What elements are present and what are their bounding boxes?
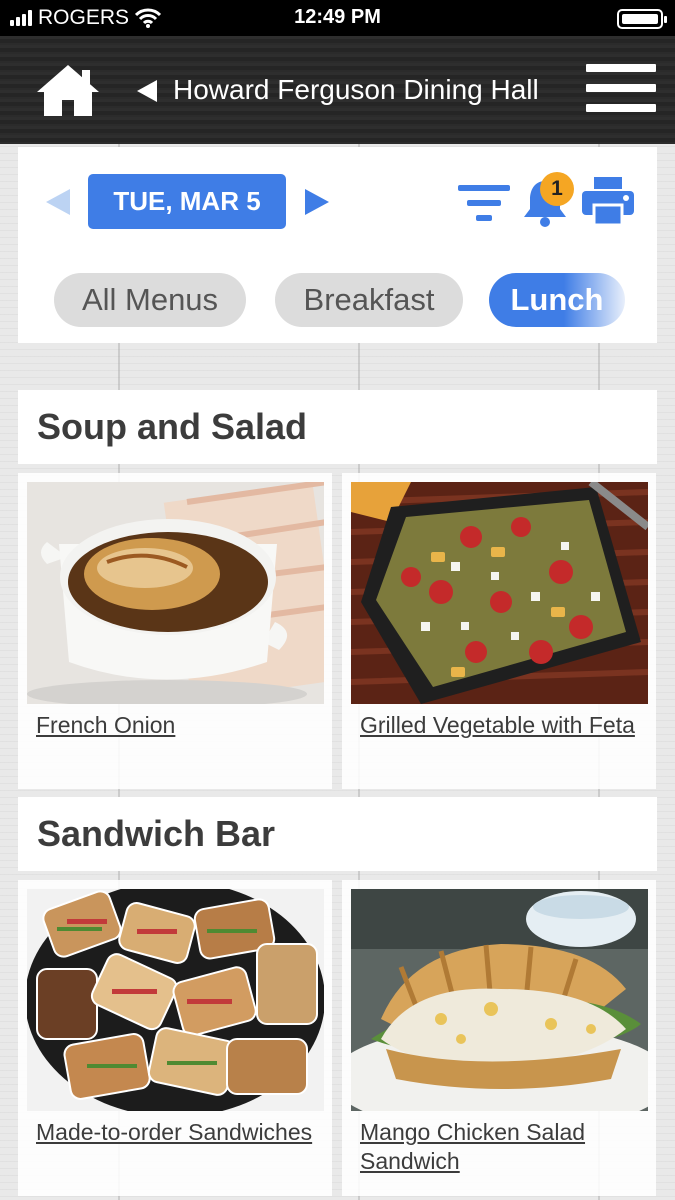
hamburger-menu-icon[interactable] bbox=[586, 64, 656, 112]
tab-all-menus[interactable]: All Menus bbox=[54, 273, 246, 327]
back-arrow-icon[interactable] bbox=[137, 80, 157, 102]
tab-lunch[interactable]: Lunch bbox=[489, 273, 625, 327]
battery-icon bbox=[617, 9, 667, 29]
clock: 12:49 PM bbox=[294, 6, 381, 28]
menu-item-name[interactable]: Mango Chicken Salad Sandwich bbox=[360, 1118, 645, 1176]
french-onion-soup-photo[interactable] bbox=[27, 482, 324, 704]
tab-breakfast[interactable]: Breakfast bbox=[275, 273, 463, 327]
section-heading: Sandwich Bar bbox=[18, 797, 657, 871]
date-button[interactable]: TUE, MAR 5 bbox=[88, 174, 286, 229]
menu-item-card[interactable]: Made-to-order Sandwiches bbox=[18, 880, 332, 1196]
filter-icon[interactable] bbox=[458, 185, 510, 223]
grilled-vegetable-feta-photo[interactable] bbox=[351, 482, 648, 704]
menu-item-card[interactable]: Mango Chicken Salad Sandwich bbox=[342, 880, 656, 1196]
menu-item-name[interactable]: Made-to-order Sandwiches bbox=[36, 1118, 321, 1147]
home-icon[interactable] bbox=[34, 62, 102, 118]
menu-item-card[interactable]: Grilled Vegetable with Feta bbox=[342, 473, 656, 789]
menu-controls: TUE, MAR 5 1 All Menus Breakfast Lunch bbox=[18, 147, 657, 343]
app-header: Howard Ferguson Dining Hall bbox=[0, 36, 675, 144]
dining-hall-title[interactable]: Howard Ferguson Dining Hall bbox=[173, 74, 539, 106]
next-day-button[interactable] bbox=[305, 189, 329, 215]
menu-item-name[interactable]: Grilled Vegetable with Feta bbox=[360, 711, 645, 740]
status-bar: ROGERS 12:49 PM bbox=[0, 0, 675, 36]
sandwich-platter-photo[interactable] bbox=[27, 889, 324, 1111]
chicken-salad-croissant-photo[interactable] bbox=[351, 889, 648, 1111]
menu-item-name[interactable]: French Onion bbox=[36, 711, 321, 740]
menu-item-card[interactable]: French Onion bbox=[18, 473, 332, 789]
previous-day-button[interactable] bbox=[46, 189, 70, 215]
printer-icon[interactable] bbox=[582, 177, 634, 225]
section-heading: Soup and Salad bbox=[18, 390, 657, 464]
notification-badge: 1 bbox=[540, 172, 574, 206]
